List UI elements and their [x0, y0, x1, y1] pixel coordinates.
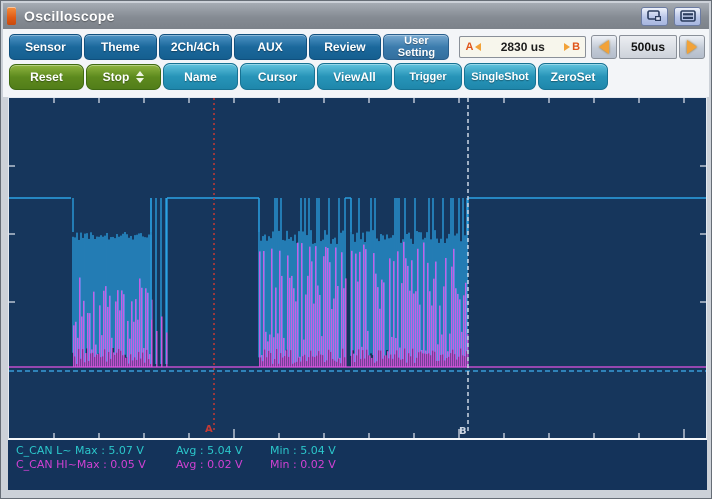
minimize-icon: [679, 10, 696, 22]
cursor-a-arrow-icon: [475, 43, 482, 51]
toolbar: Sensor Theme 2Ch/4Ch AUX Review User Set…: [3, 29, 709, 97]
window-controls: [641, 6, 701, 26]
cursor-button[interactable]: Cursor: [240, 63, 315, 90]
ch1-max-readout: C_CAN L~ Max : 5.07 V: [16, 444, 144, 457]
right-arrow-icon: [687, 40, 698, 54]
float-window-button[interactable]: [641, 6, 668, 26]
singleshot-button[interactable]: SingleShot: [464, 63, 536, 90]
svg-text:A: A: [205, 424, 213, 435]
2ch-4ch-button[interactable]: 2Ch/4Ch: [158, 34, 232, 60]
channel2-measurements: C_CAN HI~Max : 0.05 V Avg : 0.02 V Min :…: [8, 458, 707, 471]
ch2-max-readout: C_CAN HI~Max : 0.05 V: [16, 458, 146, 471]
viewall-button[interactable]: ViewAll: [317, 63, 392, 90]
ch1-avg-readout: Avg : 5.04 V: [176, 444, 243, 457]
timebase-value: 500us: [619, 35, 678, 59]
left-arrow-icon: [599, 40, 610, 54]
oscilloscope-window: Oscilloscope Sensor Theme 2Ch/4Ch AUX Re…: [0, 0, 712, 499]
stop-button[interactable]: Stop: [86, 63, 161, 90]
channel1-measurements: C_CAN L~ Max : 5.07 V Avg : 5.04 V Min :…: [8, 444, 707, 457]
ch1-min-readout: Min : 5.04 V: [270, 444, 336, 457]
user-setting-button[interactable]: User Setting: [383, 34, 450, 60]
timebase-increase-button[interactable]: [679, 35, 706, 59]
timebase-decrease-button[interactable]: [591, 35, 618, 59]
review-button[interactable]: Review: [308, 34, 382, 60]
minimize-button[interactable]: [674, 6, 701, 26]
ab-cursor-readout[interactable]: A 2830 us B: [459, 36, 587, 58]
theme-button[interactable]: Theme: [83, 34, 157, 60]
app-icon: [7, 7, 16, 25]
ch2-min-readout: Min : 0.02 V: [270, 458, 336, 471]
toolbar-row-1: Sensor Theme 2Ch/4Ch AUX Review User Set…: [9, 34, 706, 60]
svg-text:B: B: [459, 426, 467, 437]
name-button[interactable]: Name: [163, 63, 238, 90]
ab-delta-value: 2830 us: [500, 40, 545, 54]
sensor-button[interactable]: Sensor: [9, 34, 82, 60]
stop-label: Stop: [102, 69, 130, 84]
measurement-panel: C_CAN L~ Max : 5.07 V Avg : 5.04 V Min :…: [8, 440, 707, 490]
ch2-avg-readout: Avg : 0.02 V: [176, 458, 243, 471]
stop-spinner-icon[interactable]: [136, 70, 145, 83]
trigger-button[interactable]: Trigger: [394, 63, 462, 90]
titlebar[interactable]: Oscilloscope: [3, 3, 709, 29]
timebase-control: 500us: [591, 35, 706, 59]
reset-button[interactable]: Reset: [9, 63, 84, 90]
cursor-a-tag: A: [465, 41, 474, 53]
waveform-display[interactable]: AB: [8, 97, 707, 440]
zeroset-button[interactable]: ZeroSet: [538, 63, 608, 90]
cursor-b-tag: B: [572, 41, 581, 53]
scope-canvas[interactable]: AB: [9, 98, 706, 438]
aux-button[interactable]: AUX: [233, 34, 307, 60]
cursor-b-arrow-icon: [564, 43, 571, 51]
toolbar-row-2: Reset Stop Name Cursor ViewAll Trigger S…: [9, 63, 705, 90]
window-title: Oscilloscope: [24, 8, 115, 24]
float-window-icon: [646, 10, 661, 21]
